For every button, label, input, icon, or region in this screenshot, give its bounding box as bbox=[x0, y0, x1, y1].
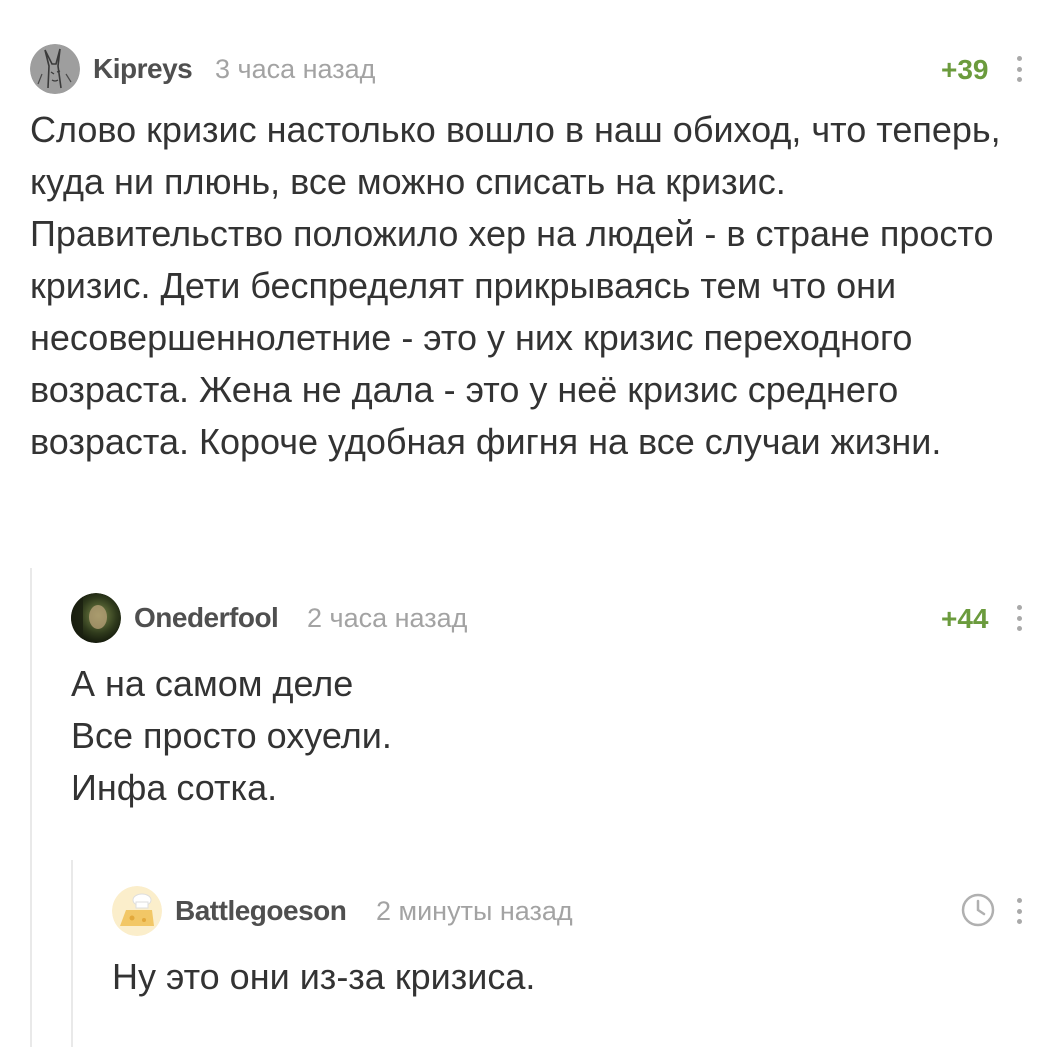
comment-header: Onederfool 2 часа назад +44 bbox=[71, 593, 1040, 645]
comment-time: 3 часа назад bbox=[215, 54, 376, 84]
comment-text: Слово кризис настолько вошло в наш обихо… bbox=[30, 109, 1001, 462]
comment-text: Ну это они из-за кризиса. bbox=[112, 956, 536, 997]
cheese-chef-avatar-icon bbox=[112, 886, 162, 936]
author-name[interactable]: Onederfool bbox=[134, 602, 279, 634]
comment-header: Battlegoeson 2 минуты назад bbox=[112, 886, 1040, 938]
author-name[interactable]: Battlegoeson bbox=[175, 895, 347, 927]
comment-time: 2 часа назад bbox=[307, 603, 468, 633]
more-options-icon[interactable] bbox=[1014, 896, 1024, 926]
comment-text: А на самом деле Все просто охуели. Инфа … bbox=[71, 663, 392, 808]
thread-line-level-2[interactable] bbox=[71, 860, 73, 1047]
rabbit-sketch-avatar-icon bbox=[30, 44, 80, 94]
movie-still-avatar-icon bbox=[71, 593, 121, 643]
comment-onederfool: Onederfool 2 часа назад +44 А на самом д… bbox=[71, 593, 1040, 814]
comment-header: Kipreys 3 часа назад +39 bbox=[30, 44, 1040, 96]
clock-icon[interactable] bbox=[960, 892, 996, 928]
comment-rating: +39 bbox=[941, 54, 989, 85]
more-options-icon[interactable] bbox=[1014, 603, 1024, 633]
comment-time: 2 минуты назад bbox=[376, 896, 573, 926]
comment-kipreys: Kipreys 3 часа назад +39 Слово кризис на… bbox=[30, 44, 1040, 468]
user-avatar[interactable] bbox=[30, 44, 80, 94]
comment-battlegoeson: Battlegoeson 2 минуты назад Ну это они и… bbox=[112, 886, 1040, 1003]
more-options-icon[interactable] bbox=[1014, 54, 1024, 84]
user-avatar[interactable] bbox=[112, 886, 162, 936]
author-name[interactable]: Kipreys bbox=[93, 53, 193, 85]
user-avatar[interactable] bbox=[71, 593, 121, 643]
comment-rating: +44 bbox=[941, 603, 989, 634]
thread-line-level-1[interactable] bbox=[30, 568, 32, 1047]
